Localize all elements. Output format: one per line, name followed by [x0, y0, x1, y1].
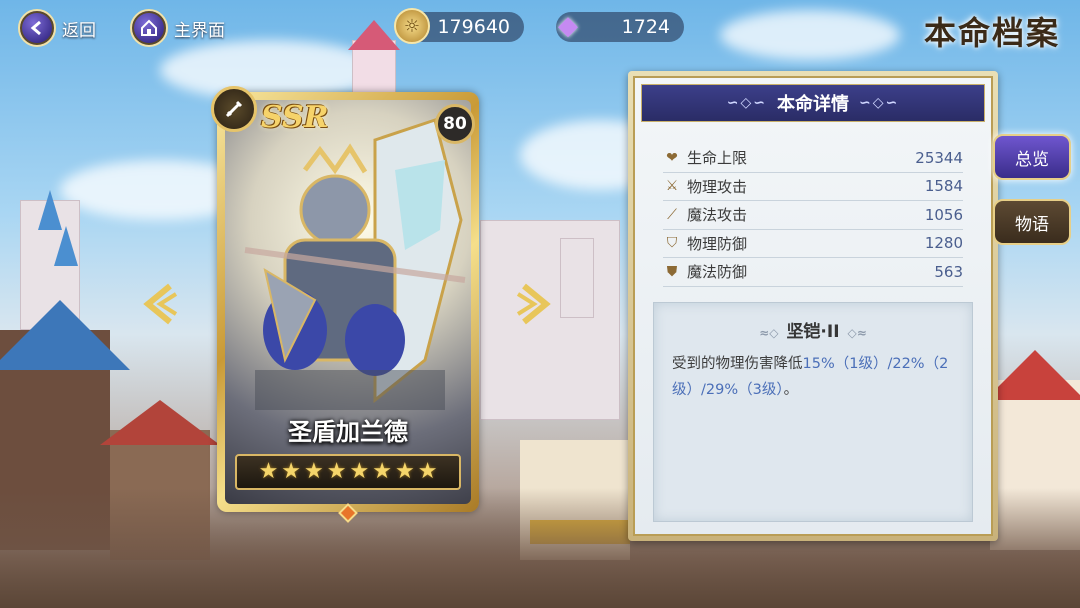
hero-card[interactable]: 圣盾加兰德 ★ ★ ★ ★ ★ ★ ★ ★ SSR 80 — [211, 86, 479, 523]
prev-card-arrow[interactable] — [138, 282, 182, 326]
chevron-left-icon — [143, 283, 178, 325]
gem-icon: ◆ — [558, 11, 578, 41]
stat-list: ❤ 生命上限 25344 ⚔ 物理攻击 1584 ⟋ 魔法攻击 1056 ⛉ 物… — [663, 144, 963, 287]
wand-icon: ⟋ — [667, 206, 677, 223]
stat-row-physical-defense: ⛉ 物理防御 1280 — [663, 230, 963, 258]
skill-desc-text: 受到的物理伤害降低 — [672, 356, 803, 372]
star-icon: ★ — [372, 459, 392, 484]
skill-title-ornament-left: ≈◇ — [759, 326, 779, 340]
level-badge: 80 — [435, 104, 475, 144]
rarity-badge: SSR — [261, 100, 329, 135]
back-arrow-icon — [18, 9, 56, 47]
stat-row-magic-defense: ⛊ 魔法防御 563 — [663, 258, 963, 287]
page-title: 本命档案 — [923, 14, 1060, 52]
skill-title-ornament-right: ◇≈ — [847, 326, 867, 340]
stat-label: 魔法攻击 — [687, 206, 748, 225]
gem-value: 1724 — [621, 16, 670, 38]
magic-shield-icon: ⛊ — [666, 263, 678, 280]
stat-label: 魔法防御 — [687, 263, 748, 282]
stat-label: 物理攻击 — [687, 177, 748, 196]
header-ornament-right: ∽◇∽ — [859, 95, 900, 111]
home-label: 主界面 — [174, 20, 225, 41]
star-icon: ★ — [326, 459, 347, 484]
gold-counter: ☼ 179640 — [394, 8, 524, 44]
tab-overview[interactable]: 总览 — [993, 134, 1071, 180]
gold-value: 179640 — [437, 16, 510, 38]
sword-class-icon — [211, 86, 257, 132]
panel-header: ∽◇∽ 本命详情 ∽◇∽ — [641, 84, 985, 122]
gem-counter: ◆ 1724 — [556, 11, 684, 42]
home-button[interactable]: 主界面 — [130, 8, 225, 48]
star-icon: ★ — [281, 459, 302, 484]
skill-desc-end: 。 — [783, 382, 799, 398]
heart-icon: ❤ — [666, 149, 678, 166]
stat-row-magic-attack: ⟋ 魔法攻击 1056 — [663, 201, 963, 230]
star-icon: ★ — [304, 459, 324, 484]
stat-value: 1280 — [924, 234, 963, 253]
star-rating: ★ ★ ★ ★ ★ ★ ★ ★ — [235, 454, 461, 490]
back-button[interactable]: 返回 — [18, 8, 96, 48]
skill-title: ≈◇ 坚铠·II ◇≈ — [654, 317, 972, 342]
skill-name: 坚铠·II — [786, 322, 840, 342]
shield-icon: ⛉ — [666, 235, 678, 252]
detail-panel: ∽◇∽ 本命详情 ∽◇∽ ❤ 生命上限 25344 ⚔ 物理攻击 1584 ⟋ … — [628, 71, 998, 541]
stat-row-physical-attack: ⚔ 物理攻击 1584 — [663, 173, 963, 201]
sword-icon: ⚔ — [665, 178, 679, 195]
stat-value: 1584 — [924, 177, 963, 196]
skill-box: ≈◇ 坚铠·II ◇≈ 受到的物理伤害降低15%（1级）/22%（2级）/29%（3… — [653, 302, 973, 522]
stat-label: 物理防御 — [687, 234, 748, 253]
next-card-arrow[interactable] — [512, 282, 556, 326]
stat-value: 563 — [934, 262, 963, 281]
hero-name: 圣盾加兰德 — [288, 417, 408, 446]
home-icon — [130, 9, 168, 47]
chevron-right-icon — [516, 283, 551, 325]
stat-row-hp: ❤ 生命上限 25344 — [663, 144, 963, 173]
stat-label: 生命上限 — [687, 149, 748, 168]
star-icon: ★ — [417, 459, 438, 484]
skill-description: 受到的物理伤害降低15%（1级）/22%（2级）/29%（3级）。 — [672, 351, 956, 403]
skill-level-1: 15%（1级） — [802, 356, 888, 372]
header-ornament-left: ∽◇∽ — [726, 95, 767, 111]
stat-value: 25344 — [915, 148, 963, 167]
gold-coin-icon: ☼ — [394, 8, 430, 44]
hero-card-art: 圣盾加兰德 ★ ★ ★ ★ ★ ★ ★ ★ — [225, 100, 471, 504]
skill-level-3: 29%（3级） — [705, 382, 784, 398]
star-icon: ★ — [258, 459, 279, 484]
panel-title: 本命详情 — [777, 94, 849, 115]
star-icon: ★ — [349, 459, 370, 484]
stat-value: 1056 — [924, 205, 963, 224]
back-label: 返回 — [62, 20, 96, 41]
tab-story[interactable]: 物语 — [993, 199, 1071, 245]
star-icon: ★ — [394, 459, 415, 484]
